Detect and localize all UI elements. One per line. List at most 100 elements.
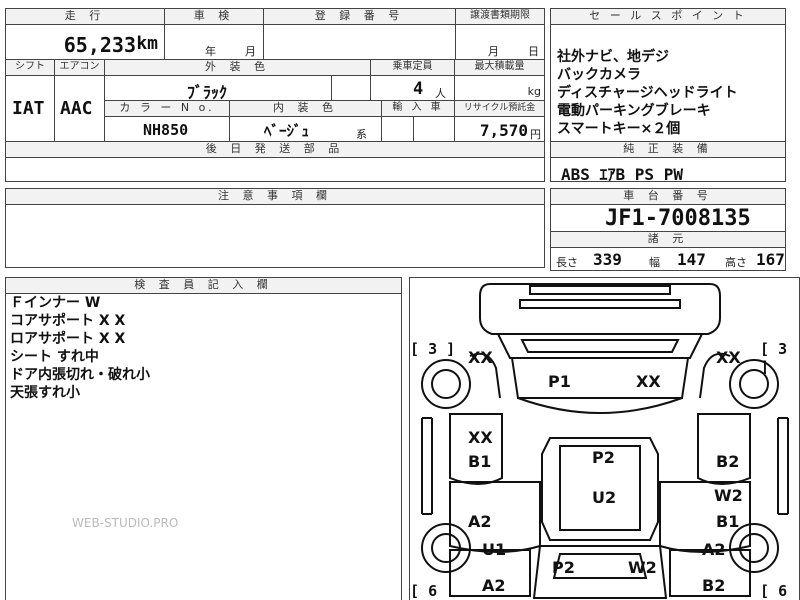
exterior-color-label: 外 装 色 [104, 59, 371, 76]
aircon-value: AAC [60, 98, 93, 119]
interior-color-cell: ﾍﾞｰｼﾞｭ 系 [229, 116, 382, 142]
inspector-line: Ｆインナー W [10, 295, 101, 311]
seating-unit: 人 [435, 87, 446, 100]
tire-bracket-fr: [ 3 ] [760, 340, 788, 376]
tire-fl-value: 3 [428, 340, 438, 358]
aircon-label: エアコン [54, 59, 105, 76]
damage-mark: U2 [592, 488, 617, 507]
interior-color-value: ﾍﾞｰｼﾞｭ [264, 122, 310, 140]
inspector-line: 天張すれ小 [10, 385, 80, 401]
inspector-line: ロアサポート X X [10, 331, 126, 347]
notes-cell [5, 204, 545, 268]
damage-mark: P1 [548, 372, 571, 391]
inspection-label: 車 検 [164, 8, 264, 25]
sales-point-item: バックカメラ [557, 67, 641, 83]
color-no-value: NH850 [143, 121, 189, 139]
damage-mark: W2 [714, 486, 743, 505]
inspection-year: 年 [205, 45, 216, 58]
width-value: 147 [677, 250, 706, 269]
inspector-line: シート すれ中 [10, 349, 99, 365]
sales-points-cell: 社外ナビ、地デジ バックカメラ ディスチャージヘッドライト 電動パーキングブレー… [550, 24, 786, 142]
mileage-label: 走 行 [5, 8, 165, 25]
max-load-cell: kg [454, 75, 545, 101]
exterior-color-cell: ﾌﾞﾗｯｸ [104, 75, 332, 101]
sales-point-item: 電動パーキングブレーキ [557, 103, 711, 119]
damage-mark: U1 [482, 540, 507, 559]
registration-label: 登 録 番 号 [263, 8, 456, 25]
tire-bracket-rl: [ 6 [410, 582, 438, 600]
dims-cell: 長さ 339 幅 147 高さ 167 [550, 247, 786, 271]
exterior-color-extra [331, 75, 371, 101]
dims-label: 諸 元 [550, 231, 786, 248]
seating-cell: 4 人 [370, 75, 455, 101]
inspector-cell: Ｆインナー W コアサポート X X ロアサポート X X シート すれ中 ドア… [5, 293, 402, 600]
transfer-cell: 月 日 [455, 24, 545, 60]
tire-fr-value: 3 [778, 340, 788, 358]
length-value: 339 [593, 250, 622, 269]
exterior-color-value: ﾌﾞﾗｯｸ [187, 83, 228, 101]
inspection-month: 月 [245, 45, 256, 58]
max-load-unit: kg [527, 85, 541, 98]
damage-mark: B1 [468, 452, 492, 471]
shift-label: シフト [5, 59, 55, 76]
import-cell-2 [413, 116, 455, 142]
damage-mark: B2 [716, 452, 740, 471]
inspection-cell: 年 月 [164, 24, 264, 60]
transfer-label: 譲渡書類期限 [455, 8, 545, 25]
width-label: 幅 [649, 256, 660, 269]
recycle-label: リサイクル預託金 [454, 100, 545, 117]
chassis-label: 車 台 番 号 [550, 188, 786, 205]
damage-mark: XX [716, 348, 741, 367]
seating-label: 乗車定員 [370, 59, 455, 76]
color-no-cell: NH850 [104, 116, 230, 142]
inspector-line: ドア内張切れ・破れ小 [10, 367, 150, 383]
height-value: 167 [756, 250, 785, 269]
inspector-line: コアサポート X X [10, 313, 126, 329]
car-diagram: [ 3 ] [ 3 ] [ 6 [ 6 XX XX P1 XX XX B1 P2… [409, 277, 800, 600]
seating-value: 4 [413, 79, 424, 99]
sales-point-item: ディスチャージヘッドライト [557, 85, 738, 101]
equipment-label: 純 正 装 備 [550, 141, 786, 158]
recycle-value: 7,570 [479, 121, 528, 140]
tire-bracket-rr: [ 6 [760, 582, 788, 600]
transfer-day: 日 [528, 45, 539, 58]
import-label: 輸 入 車 [381, 100, 455, 117]
registration-cell [263, 24, 456, 60]
damage-mark: B2 [702, 576, 726, 595]
transfer-month: 月 [488, 45, 499, 58]
watermark: WEB-STUDIO.PRO [72, 516, 179, 530]
notes-label: 注 意 事 項 欄 [5, 188, 545, 205]
sales-point-item: スマートキー×２個 [557, 121, 681, 137]
damage-mark: A2 [468, 512, 492, 531]
mileage-cell: 65,233 km [5, 24, 165, 60]
equipment-value: ABS ｴｱB PS PW [561, 165, 683, 182]
tire-rl-value: 6 [428, 582, 438, 600]
tire-rr-value: 6 [778, 582, 788, 600]
sales-points-label: セ ー ル ス ポ イ ン ト [550, 8, 786, 25]
import-cell-1 [381, 116, 414, 142]
color-no-label: カ ラ ー N o. [104, 100, 230, 117]
height-label: 高さ [725, 256, 747, 269]
damage-mark: W2 [628, 558, 657, 577]
parts-cell [5, 157, 545, 182]
chassis-value: JF1-7008135 [605, 206, 751, 231]
shift-value: IAT [12, 98, 45, 119]
damage-mark: P2 [592, 448, 615, 467]
max-load-label: 最大積載量 [454, 59, 545, 76]
shift-cell: IAT [5, 75, 55, 142]
chassis-cell: JF1-7008135 [550, 204, 786, 232]
damage-mark: XX [468, 428, 493, 447]
tire-bracket-fl: [ 3 ] [410, 340, 456, 358]
equipment-cell: ABS ｴｱB PS PW [550, 157, 786, 182]
mileage-unit: km [136, 33, 158, 54]
damage-mark: P2 [552, 558, 575, 577]
damage-mark: XX [468, 348, 493, 367]
recycle-cell: 7,570 円 [454, 116, 545, 142]
damage-mark: XX [636, 372, 661, 391]
recycle-unit: 円 [530, 128, 541, 141]
damage-mark: A2 [482, 576, 506, 595]
interior-color-suffix: 系 [356, 128, 367, 141]
mileage-value: 65,233 [63, 33, 136, 57]
sales-point-item: 社外ナビ、地デジ [557, 49, 669, 65]
interior-color-label: 内 装 色 [229, 100, 382, 117]
